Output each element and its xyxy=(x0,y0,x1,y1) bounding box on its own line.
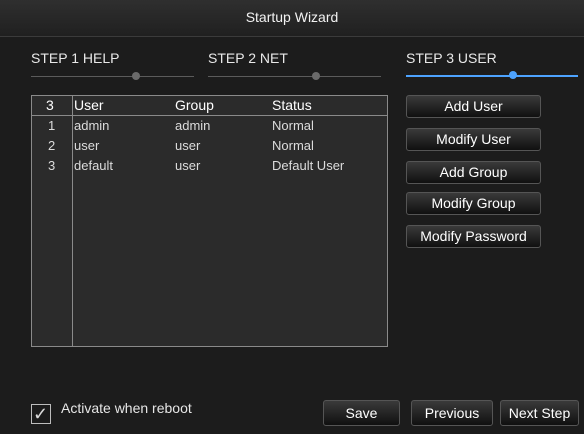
table-cell-user[interactable]: user xyxy=(74,138,99,153)
previous-button[interactable]: Previous xyxy=(411,400,493,426)
table-cell-group: user xyxy=(175,138,201,153)
step-3-knob xyxy=(509,71,517,79)
table-cell-group: user xyxy=(175,158,201,173)
table-cell-group: admin xyxy=(175,118,211,133)
table-header-group: Group xyxy=(175,97,214,113)
add-group-button[interactable]: Add Group xyxy=(406,161,541,184)
step-1-track xyxy=(31,76,194,77)
user-table: 3 User Group Status 1 admin admin Normal… xyxy=(31,95,388,347)
startup-wizard-window: Startup Wizard STEP 1 HELP STEP 2 NET ST… xyxy=(0,0,584,434)
window-title: Startup Wizard xyxy=(245,9,339,25)
activate-when-reboot-label: Activate when reboot xyxy=(61,400,192,416)
modify-password-button[interactable]: Modify Password xyxy=(406,225,541,248)
table-header-divider xyxy=(32,115,387,116)
step-2-label: STEP 2 NET xyxy=(208,50,288,66)
table-cell-status: Default User xyxy=(272,158,345,173)
table-row-index: 3 xyxy=(48,158,56,173)
step-1-knob xyxy=(132,72,140,80)
step-3-label: STEP 3 USER xyxy=(406,50,497,66)
title-bar: Startup Wizard xyxy=(0,0,584,37)
step-2-track xyxy=(208,76,381,77)
table-row-index: 2 xyxy=(48,138,56,153)
table-header-user: User xyxy=(74,97,104,113)
table-cell-status: Normal xyxy=(272,138,314,153)
table-cell-status: Normal xyxy=(272,118,314,133)
modify-group-button[interactable]: Modify Group xyxy=(406,192,541,215)
save-button[interactable]: Save xyxy=(323,400,400,426)
add-user-button[interactable]: Add User xyxy=(406,95,541,118)
table-cell-user[interactable]: admin xyxy=(74,118,109,133)
table-cell-user[interactable]: default xyxy=(74,158,113,173)
table-header-count: 3 xyxy=(46,97,54,113)
activate-when-reboot-checkbox[interactable] xyxy=(31,404,51,425)
step-1-label: STEP 1 HELP xyxy=(31,50,120,66)
table-index-divider xyxy=(72,96,73,346)
step-3-track xyxy=(406,75,578,77)
table-row-index: 1 xyxy=(48,118,56,133)
step-2-knob xyxy=(312,72,320,80)
next-step-button[interactable]: Next Step xyxy=(500,400,579,426)
modify-user-button[interactable]: Modify User xyxy=(406,128,541,151)
table-header-status: Status xyxy=(272,97,312,113)
